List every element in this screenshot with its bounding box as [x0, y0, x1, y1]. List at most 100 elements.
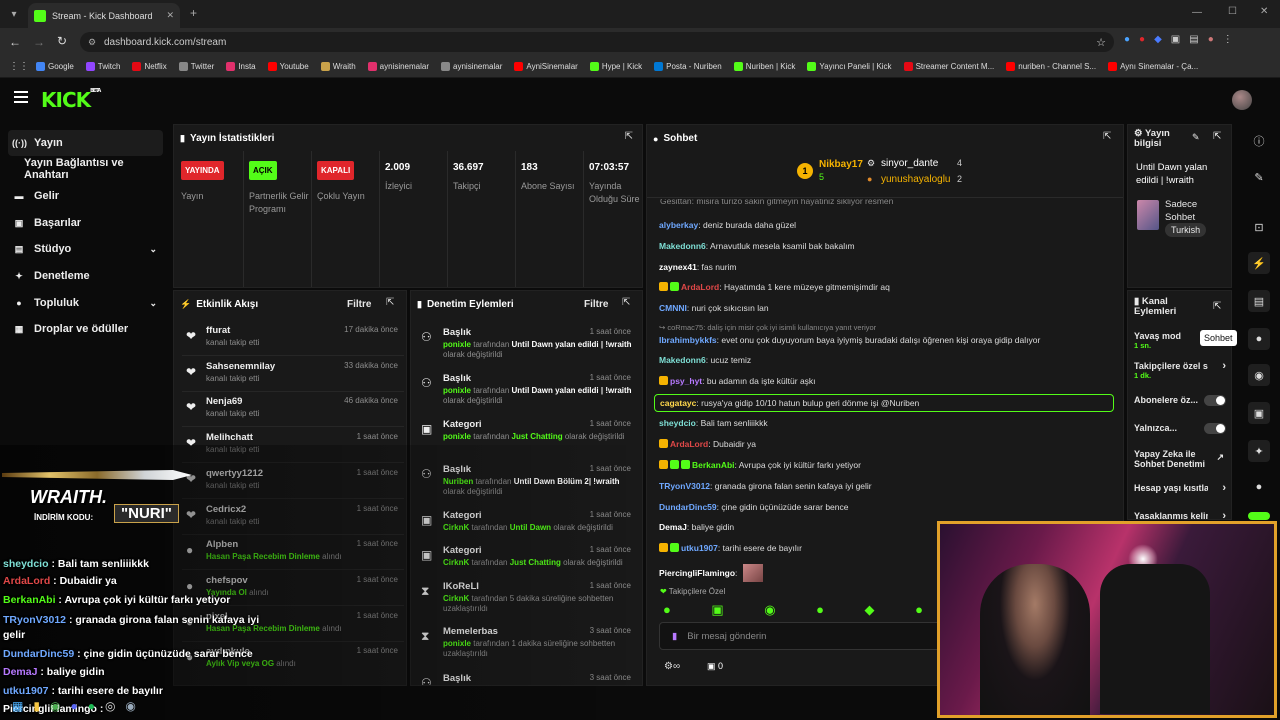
bookmark-item[interactable]: Yayıncı Paneli | Kick — [801, 62, 897, 71]
emote-6-icon[interactable]: ● — [915, 602, 923, 618]
file-explorer-icon[interactable]: ▮ — [33, 699, 40, 713]
info-rail-icon[interactable]: ⓘ — [1248, 130, 1270, 152]
modlog-filter-button[interactable]: Filtre — [584, 299, 608, 310]
new-tab-button[interactable]: + — [190, 6, 197, 20]
activity-row[interactable]: ❤ Sahsenemnilay kanalı takip etti 33 dakika… — [182, 361, 404, 392]
menu-kebab-icon[interactable]: ⋮ — [1223, 34, 1233, 45]
chat-message[interactable]: DundarDinc59: çine gidin üçünüzüde sarar… — [659, 502, 848, 512]
bookmark-item[interactable]: Aynı Sinemalar - Ça... — [1102, 62, 1204, 71]
bookmark-item[interactable]: aynisinemalar — [362, 62, 435, 71]
obs-taskbar-icon[interactable]: ◎ — [105, 699, 115, 713]
modlog-popout-icon[interactable]: ⇱ — [622, 297, 630, 308]
chat-username[interactable]: alyberkay — [659, 220, 698, 230]
scan-rail-icon[interactable]: ⊡ — [1248, 216, 1270, 238]
sidepanel-icon[interactable]: ▤ — [1189, 34, 1198, 45]
maximize-icon[interactable]: ☐ — [1228, 6, 1237, 17]
bookmark-item[interactable]: Twitter — [173, 62, 221, 71]
storage-rail-icon[interactable]: ▣ — [1248, 402, 1270, 424]
emote-3-icon[interactable]: ◉ — [764, 602, 775, 618]
bookmark-item[interactable]: Google — [30, 62, 80, 71]
chat-message[interactable]: DemaJ: baliye gidin — [659, 522, 734, 532]
activity-row[interactable]: ❤ Nenja69 kanalı takip etti 46 dakika önce — [182, 396, 404, 428]
bolt-rail-icon[interactable]: ⚡ — [1248, 252, 1270, 274]
bookmark-item[interactable]: Nuriben | Kick — [728, 62, 802, 71]
bookmark-item[interactable]: Netflix — [126, 62, 172, 71]
chat-message[interactable]: psy_hyt: bu adamın da işte kültür aşkı — [659, 376, 816, 386]
emote-1-icon[interactable]: ● — [663, 602, 671, 618]
chat-username[interactable]: Ibrahimbykkfs — [659, 335, 717, 345]
chat-message[interactable]: cagatayc: rusya'ya gidip 10/10 hatun bul… — [654, 394, 1114, 412]
extension-3-icon[interactable]: ◆ — [1154, 34, 1162, 45]
modlog-actor[interactable]: ponixle — [443, 340, 471, 349]
extension-1-icon[interactable]: ● — [1124, 34, 1130, 45]
sidebar-item[interactable]: ▤ Stüdyo ⌄ — [8, 236, 163, 262]
bookmark-item[interactable]: Youtube — [262, 62, 315, 71]
sidebar-item[interactable]: ((·)) Yayın — [8, 130, 163, 156]
chevron-right-icon[interactable]: › — [1222, 361, 1226, 372]
chat-username[interactable]: DemaJ — [659, 522, 687, 532]
apps-grid-icon[interactable]: ⋮⋮ — [9, 61, 29, 72]
extension-2-icon[interactable]: ● — [1139, 34, 1145, 45]
chat-message[interactable]: sheydcio: Bali tam senliiikkk — [659, 418, 768, 428]
close-window-icon[interactable]: ✕ — [1260, 6, 1268, 17]
channel-action-item[interactable]: Takipçilere özel s... 1 dk. › — [1134, 361, 1228, 381]
discord-taskbar-icon[interactable]: ● — [70, 699, 77, 713]
bookmark-item[interactable]: Posta - Nuriben — [648, 62, 728, 71]
chat-username[interactable]: ArdaLord — [681, 282, 719, 292]
bookmark-item[interactable]: Hype | Kick — [584, 62, 648, 71]
modlog-row[interactable]: ⚇ Başlık ponixle tarafından Until Dawn yal… — [419, 327, 637, 360]
forward-icon[interactable]: → — [33, 35, 45, 49]
external-link-icon[interactable]: ↗ — [1216, 452, 1224, 462]
minimize-icon[interactable]: — — [1192, 7, 1202, 18]
channel-action-item[interactable]: Yapay Zeka ile Sohbet Denetimi ↗ — [1134, 449, 1228, 469]
chat-message[interactable]: TRyonV3012: granada girona falan senin k… — [659, 481, 872, 491]
chat-message[interactable]: PiercingliFlamingo: — [659, 564, 763, 582]
chat-username[interactable]: Makedonn6 — [659, 355, 706, 365]
bookmark-item[interactable]: nuriben - Channel S... — [1000, 62, 1102, 71]
chat-rail-icon[interactable]: ● — [1248, 328, 1270, 350]
mic-icon[interactable]: ▮ — [672, 631, 677, 642]
chat-username[interactable]: Makedonn6 — [659, 241, 706, 251]
sidebar-item[interactable]: ▣ Başarılar — [8, 210, 163, 236]
bookmark-star-icon[interactable]: ☆ — [1096, 36, 1106, 49]
reload-icon[interactable]: ↻ — [57, 34, 67, 48]
chat-username[interactable]: psy_hyt — [670, 376, 702, 386]
stream-info-popout-icon[interactable]: ⇱ — [1213, 131, 1221, 142]
sidebar-item[interactable]: ▬ Gelir — [8, 183, 163, 209]
hamburger-menu-icon[interactable] — [14, 91, 28, 103]
user-avatar[interactable] — [1232, 90, 1252, 110]
channel-action-item[interactable]: Hesap yaşı kısıtla › — [1134, 483, 1228, 494]
bookmark-item[interactable]: Streamer Content M... — [898, 62, 1001, 71]
bookmark-item[interactable]: Wraith — [315, 62, 362, 71]
tab-search-icon[interactable]: ▾ — [6, 6, 22, 22]
modlog-actor[interactable]: ponixle — [443, 432, 471, 441]
chat-username[interactable]: BerkanAbi — [692, 460, 735, 470]
chevron-right-icon[interactable]: › — [1222, 511, 1226, 520]
chrome-taskbar-icon[interactable]: ◉ — [50, 699, 60, 713]
windows-start-icon[interactable]: ▦ — [12, 699, 23, 713]
sidebar-item[interactable]: ▦ Droplar ve ödüller — [8, 316, 163, 342]
chat-message[interactable]: CMNNI: nuri çok sıkıcısın lan — [659, 303, 769, 313]
channel-actions-popout-icon[interactable]: ⇱ — [1213, 301, 1221, 312]
chat-message[interactable]: Makedonn6: Arnavutluk mesela ksamil bak … — [659, 241, 855, 251]
chat-message[interactable]: ArdaLord: Hayatımda 1 kere müzeye gitmem… — [659, 282, 890, 292]
chat-message[interactable]: ArdaLord: Dubaidir ya — [659, 439, 756, 449]
modlog-row[interactable]: ▣ Kategori ponixle tarafından Just Chattin… — [419, 419, 637, 442]
pen-rail-icon[interactable]: ✎ — [1248, 166, 1270, 188]
toggle-switch[interactable] — [1204, 423, 1226, 434]
leader-1-name[interactable]: Nikbay17 — [819, 159, 863, 170]
sidebar-item[interactable]: Yayın Bağlantısı ve Anahtarı — [8, 156, 163, 182]
spotify-taskbar-icon[interactable]: ● — [88, 699, 95, 713]
emote-2-icon[interactable]: ▣ — [711, 602, 723, 618]
steam-taskbar-icon[interactable]: ◉ — [125, 699, 135, 713]
activity-row[interactable]: ❤ ffurat kanalı takip etti 17 dakika önce — [182, 325, 404, 356]
chat-username[interactable]: zaynex41 — [659, 262, 697, 272]
gift-small-icon[interactable]: ▣ — [707, 661, 718, 671]
chat-message[interactable]: BerkanAbi: Avrupa çok iyi kültür farkı y… — [659, 460, 861, 470]
toggle-switch[interactable] — [1204, 395, 1226, 406]
back-icon[interactable]: ← — [9, 35, 21, 49]
modlog-actor[interactable]: ponixle — [443, 386, 471, 395]
bookmark-item[interactable]: Twitch — [80, 62, 127, 71]
bookmark-item[interactable]: AyniSinemalar — [508, 62, 583, 71]
kick-logo[interactable]: KICKBETA — [41, 88, 101, 112]
